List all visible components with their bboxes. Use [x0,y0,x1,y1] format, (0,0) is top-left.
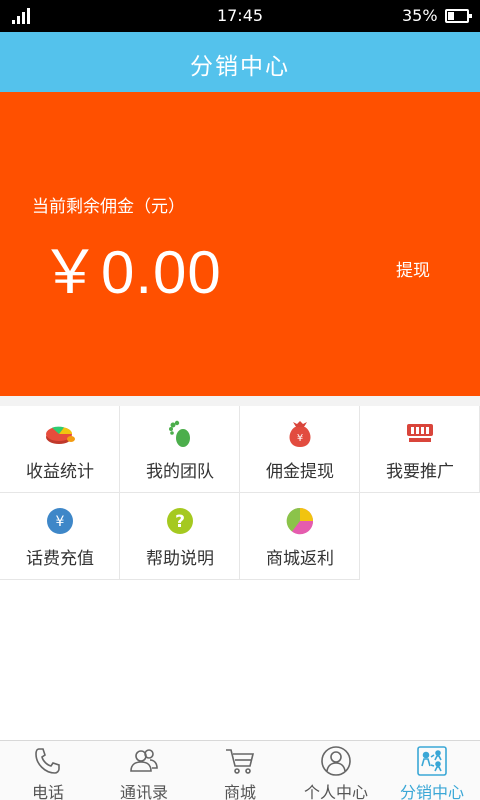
title-bar: 分销中心 [0,32,480,92]
nav-label: 分销中心 [399,783,464,800]
grid-item-earnings-stats[interactable]: 收益统计 [0,406,120,493]
commission-panel: 当前剩余佣金（元） ￥0.00 提现 [0,92,480,396]
phone-icon [35,748,60,774]
grid-item-label: 佣金提现 [266,462,334,482]
page-title: 分销中心 [190,54,290,80]
grid-item-label: 商城返利 [266,549,334,569]
commission-label: 当前剩余佣金（元） [32,197,185,217]
nav-label: 商城 [223,783,256,800]
grid-item-label: 我的团队 [146,462,214,482]
function-grid: 收益统计 我的团队 ¥ 佣金提现 我要推广 ¥ 话费充值 ? 帮助说明 商城返利 [0,406,480,581]
contacts-icon [130,749,158,772]
pie-chart-icon [46,426,75,444]
nav-item-mall[interactable]: 商城 [192,741,288,800]
cart-icon [226,749,255,774]
grid-item-mall-rebate[interactable]: 商城返利 [240,493,360,580]
grid-item-label: 帮助说明 [146,549,214,569]
svg-text:¥: ¥ [56,514,65,530]
grid-item-promote[interactable]: 我要推广 [360,406,480,493]
svg-text:¥: ¥ [297,433,303,444]
nav-label: 通讯录 [119,783,168,800]
svg-text:?: ? [175,512,185,532]
yen-coin-icon: ¥ [47,508,73,534]
nav-item-profile[interactable]: 个人中心 [288,741,384,800]
nav-item-contacts[interactable]: 通讯录 [96,741,192,800]
grid-item-phone-recharge[interactable]: ¥ 话费充值 [0,493,120,580]
battery-icon [445,9,472,23]
battery-percent: 35% [402,6,438,25]
nav-item-distribution[interactable]: 分销中心 [384,741,480,800]
grid-item-help[interactable]: ? 帮助说明 [120,493,240,580]
grid-item-label: 话费充值 [26,549,94,569]
divider [0,396,480,406]
grid-item-my-team[interactable]: 我的团队 [120,406,240,493]
nav-label: 电话 [31,783,64,800]
money-bag-icon: ¥ [289,421,311,447]
nav-label: 个人中心 [303,783,368,800]
user-icon [321,746,351,776]
distribution-icon [417,746,447,776]
status-bar: 17:45 35% [0,0,480,32]
grid-item-label: 我要推广 [386,462,454,482]
grid-item-withdraw-commission[interactable]: ¥ 佣金提现 [240,406,360,493]
commission-amount: ￥0.00 [40,239,222,306]
shop-awning-icon [407,424,433,442]
nav-item-phone[interactable]: 电话 [0,741,96,800]
bottom-nav: 电话 通讯录 商城 个人中心 分销中心 [0,740,480,800]
question-icon: ? [167,508,193,534]
rebate-pie-icon [286,507,314,535]
grid-item-label: 收益统计 [26,462,94,482]
footprint-icon [169,420,190,447]
withdraw-button[interactable]: 提现 [386,254,440,283]
